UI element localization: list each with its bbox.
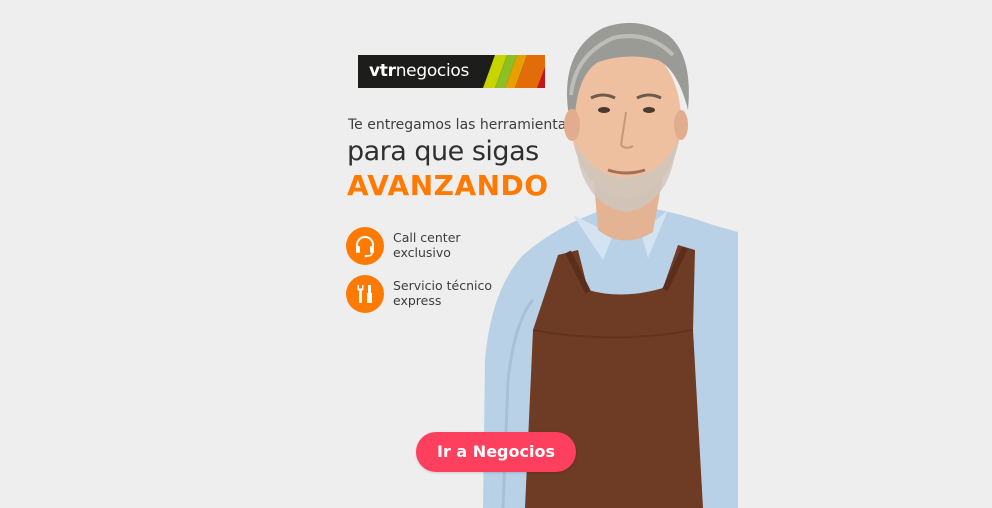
logo-brand-rest: negocios bbox=[395, 61, 470, 81]
ir-a-negocios-button[interactable]: Ir a Negocios bbox=[416, 432, 576, 472]
tools-icon bbox=[357, 285, 372, 303]
logo-brand-bold: vtr bbox=[369, 61, 396, 81]
banner: vtrnegocios Te entregamos las herramient… bbox=[0, 0, 992, 508]
headset-icon bbox=[356, 236, 374, 258]
